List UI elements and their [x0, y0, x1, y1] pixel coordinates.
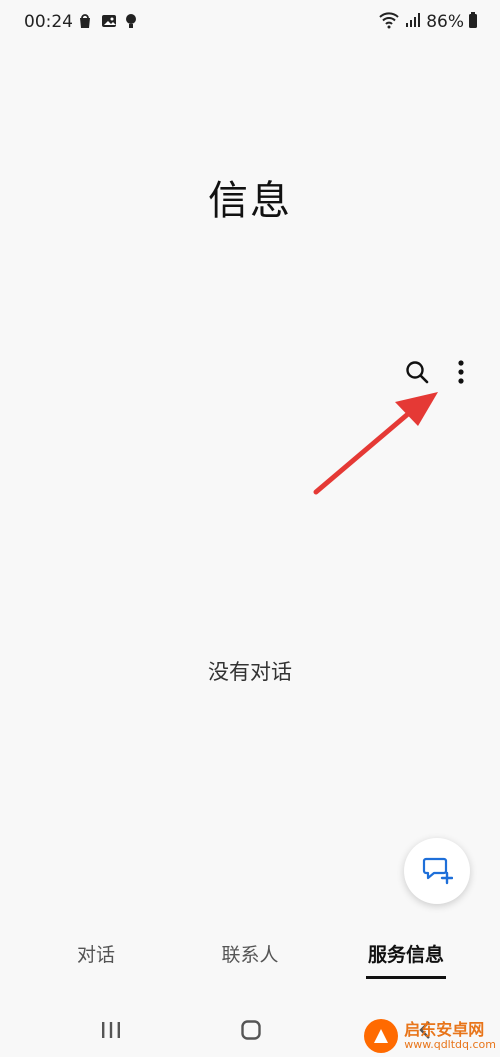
watermark-text: 启东安卓网 www.qdltdq.com [404, 1019, 496, 1051]
wifi-icon [378, 11, 400, 33]
status-bar: 00:24 86% [0, 0, 500, 44]
bulb-icon [124, 12, 138, 34]
recents-icon [100, 1020, 122, 1044]
watermark-logo-icon [364, 1019, 399, 1053]
tab-conversations[interactable]: 对话 [60, 940, 132, 967]
watermark-url: www.qdltdq.com [404, 1037, 496, 1051]
shopping-bag-icon [76, 12, 94, 34]
status-system-icons: 86% [378, 11, 478, 33]
empty-state-message: 没有对话 [208, 660, 292, 684]
status-notification-icons [76, 12, 138, 34]
battery-icon [468, 11, 478, 33]
tab-service-messages[interactable]: 服务信息 [358, 940, 454, 967]
watermark: 启东安卓网 www.qdltdq.com [364, 1019, 496, 1053]
new-message-icon [421, 853, 454, 889]
home-icon [240, 1019, 262, 1045]
annotation-arrow-icon [313, 392, 438, 495]
battery-percent: 86% [426, 12, 464, 32]
compose-message-button[interactable] [404, 838, 470, 904]
watermark-title: 启东安卓网 [404, 1019, 485, 1039]
tab-contacts[interactable]: 联系人 [208, 940, 292, 967]
selected-tab-indicator [366, 976, 446, 979]
home-button[interactable] [231, 1017, 271, 1047]
more-vert-icon [457, 359, 465, 389]
status-time: 00:24 [24, 12, 73, 32]
page-title: 信息 [208, 178, 292, 224]
bottom-tabs: 对话 联系人 服务信息 [0, 940, 500, 990]
gallery-icon [100, 12, 118, 34]
recents-button[interactable] [91, 1017, 131, 1047]
signal-icon [404, 11, 422, 33]
